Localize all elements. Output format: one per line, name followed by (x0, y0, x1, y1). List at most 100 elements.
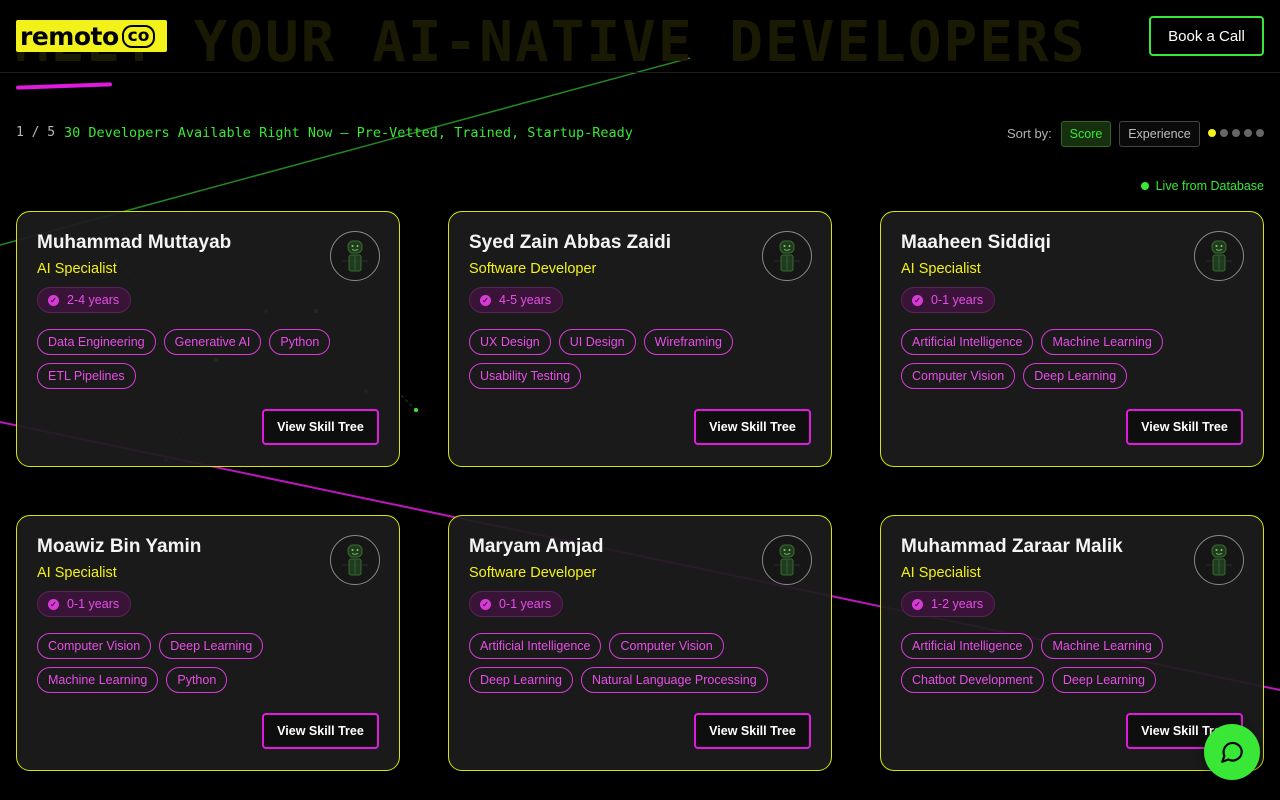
chat-button[interactable] (1204, 724, 1260, 780)
developer-card: Maaheen Siddiqi AI Specialist ✓ 0-1 year… (880, 211, 1264, 467)
pagination-dots (1208, 129, 1264, 137)
skill-tags: Artificial Intelligence Computer Vision De… (469, 633, 799, 693)
developer-avatar-icon (762, 231, 812, 281)
sort-by-score-button[interactable]: Score (1061, 121, 1111, 147)
skill-tag: Computer Vision (609, 633, 724, 659)
developer-name: Maaheen Siddiqi (901, 232, 1051, 253)
developer-name: Moawiz Bin Yamin (37, 536, 202, 557)
skill-tag: Python (269, 329, 331, 355)
skill-tag: Machine Learning (37, 667, 159, 693)
experience-label: 1-2 years (931, 597, 984, 611)
live-indicator-dot (1140, 182, 1149, 190)
skill-tag: Artificial Intelligence (901, 633, 1034, 659)
experience-badge: ✓ 0-1 years (469, 591, 564, 617)
developer-avatar-icon (762, 535, 812, 585)
check-circle-icon: ✓ (912, 598, 923, 610)
developer-role: Software Developer (469, 261, 597, 277)
skill-tag: UX Design (469, 329, 551, 355)
developer-name: Muhammad Muttayab (37, 232, 232, 253)
developer-avatar-icon (1194, 535, 1244, 585)
skill-tag: Machine Learning (1041, 329, 1163, 355)
page-indicator: 1 / 5 (16, 125, 56, 140)
skill-tags: Artificial Intelligence Machine Learning C… (901, 329, 1231, 389)
developer-role: AI Specialist (37, 261, 117, 277)
skill-tag: Generative AI (163, 329, 262, 355)
view-skill-tree-button[interactable]: View Skill Tree (694, 713, 811, 749)
sort-label: Sort by: (1007, 126, 1052, 141)
developer-card: Syed Zain Abbas Zaidi Software Developer… (448, 211, 832, 467)
progress-accent-bar (15, 82, 113, 90)
skill-tag: Natural Language Processing (581, 667, 768, 693)
skill-tag: Deep Learning (159, 633, 264, 659)
logo-wordmark: remoto (20, 21, 119, 51)
live-status-label: Live from Database (1155, 179, 1264, 193)
check-circle-icon: ✓ (912, 294, 923, 306)
skill-tag: UI Design (558, 329, 636, 355)
page-dot-2[interactable] (1220, 129, 1228, 137)
experience-badge: ✓ 0-1 years (901, 287, 996, 313)
page-dot-1[interactable] (1208, 129, 1216, 137)
developer-grid: Muhammad Muttayab AI Specialist ✓ 2-4 ye… (16, 211, 1264, 771)
skill-tag: Computer Vision (37, 633, 152, 659)
skill-tag: Deep Learning (469, 667, 574, 693)
experience-label: 0-1 years (67, 597, 120, 611)
experience-label: 0-1 years (499, 597, 552, 611)
skill-tag: Usability Testing (469, 363, 582, 389)
book-a-call-button[interactable]: Book a Call (1149, 16, 1264, 56)
developer-role: AI Specialist (901, 261, 981, 277)
skill-tag: Machine Learning (1041, 633, 1163, 659)
skill-tag: Deep Learning (1051, 667, 1156, 693)
skill-tags: Artificial Intelligence Machine Learning C… (901, 633, 1231, 693)
experience-label: 0-1 years (931, 293, 984, 307)
check-circle-icon: ✓ (48, 598, 59, 610)
skill-tags: Computer Vision Deep Learning Machine Lear… (37, 633, 367, 693)
page-dot-5[interactable] (1256, 129, 1264, 137)
view-skill-tree-button[interactable]: View Skill Tree (694, 409, 811, 445)
experience-label: 2-4 years (67, 293, 120, 307)
skill-tag: Wireframing (643, 329, 734, 355)
developer-avatar-icon (330, 231, 380, 281)
developer-avatar-icon (330, 535, 380, 585)
developer-name: Syed Zain Abbas Zaidi (469, 232, 672, 253)
skill-tag: Computer Vision (901, 363, 1016, 389)
check-circle-icon: ✓ (48, 294, 59, 306)
live-status: Live from Database (1140, 179, 1264, 193)
view-skill-tree-button[interactable]: View Skill Tree (1126, 409, 1243, 445)
developer-role: Software Developer (469, 565, 597, 581)
view-skill-tree-button[interactable]: View Skill Tree (262, 409, 379, 445)
experience-label: 4-5 years (499, 293, 552, 307)
page-dot-3[interactable] (1232, 129, 1240, 137)
skill-tag: Data Engineering (37, 329, 156, 355)
logo-co-badge: co (121, 24, 156, 48)
remoto-logo[interactable]: remoto co (16, 20, 167, 52)
page-dot-4[interactable] (1244, 129, 1252, 137)
developer-role: AI Specialist (901, 565, 981, 581)
availability-headline: 30 Developers Available Right Now — Pre-… (64, 125, 633, 141)
developer-avatar-icon (1194, 231, 1244, 281)
experience-badge: ✓ 2-4 years (37, 287, 132, 313)
skill-tag: Artificial Intelligence (469, 633, 602, 659)
hero-background-text: MEET YOUR AI-NATIVE DEVELOPERS (15, 10, 1087, 75)
skill-tag: Deep Learning (1023, 363, 1128, 389)
developer-card: Muhammad Muttayab AI Specialist ✓ 2-4 ye… (16, 211, 400, 467)
developer-name: Maryam Amjad (469, 536, 604, 557)
skill-tag: ETL Pipelines (37, 363, 136, 389)
skill-tags: UX Design UI Design Wireframing Usability T… (469, 329, 799, 389)
developer-card: Muhammad Zaraar Malik AI Specialist ✓ 1-… (880, 515, 1264, 771)
developer-role: AI Specialist (37, 565, 117, 581)
site-header: MEET YOUR AI-NATIVE DEVELOPERS remoto co… (0, 0, 1280, 75)
experience-badge: ✓ 1-2 years (901, 591, 996, 617)
skill-tags: Data Engineering Generative AI Python ETL P… (37, 329, 367, 389)
developer-name: Muhammad Zaraar Malik (901, 536, 1123, 557)
experience-badge: ✓ 4-5 years (469, 287, 564, 313)
check-circle-icon: ✓ (480, 598, 491, 610)
sort-by-experience-button[interactable]: Experience (1119, 121, 1200, 147)
skill-tag: Chatbot Development (901, 667, 1044, 693)
developer-card: Moawiz Bin Yamin AI Specialist ✓ 0-1 yea… (16, 515, 400, 771)
skill-tag: Artificial Intelligence (901, 329, 1034, 355)
chat-bubble-icon (1221, 741, 1243, 763)
view-skill-tree-button[interactable]: View Skill Tree (262, 713, 379, 749)
developer-card: Maryam Amjad Software Developer ✓ 0-1 ye… (448, 515, 832, 771)
skill-tag: Python (166, 667, 228, 693)
check-circle-icon: ✓ (480, 294, 491, 306)
